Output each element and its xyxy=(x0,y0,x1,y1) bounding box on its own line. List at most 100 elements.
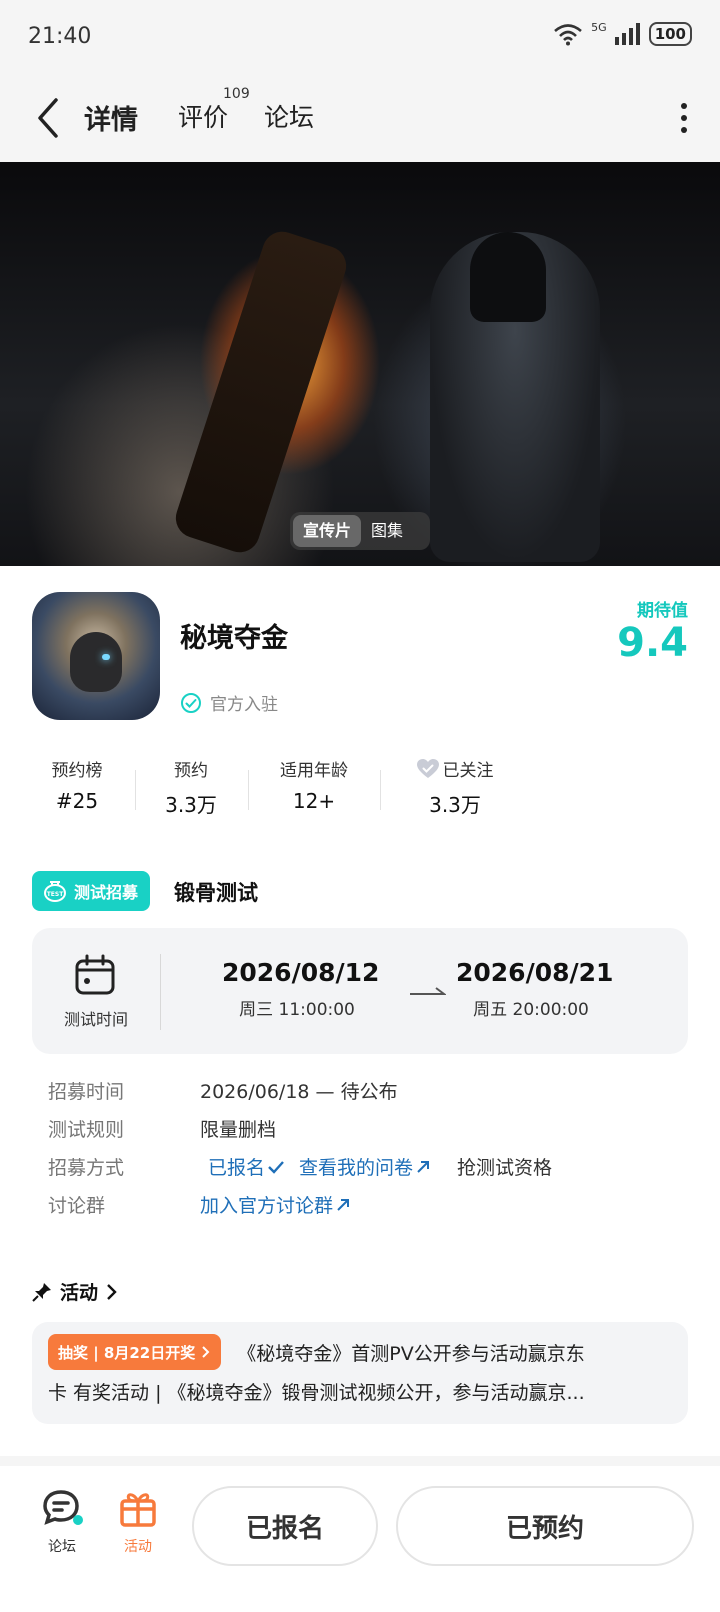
start-date: 2026/08/12 xyxy=(222,958,380,987)
end-date-block: 2026/08/21 周五 20:00:00 xyxy=(456,958,614,1020)
test-icon: TEST xyxy=(44,881,66,902)
stat-follow-label: 已关注 xyxy=(400,756,510,781)
banner-hood xyxy=(470,232,546,322)
app-icon xyxy=(32,592,160,720)
end-time: 周五 20:00:00 xyxy=(473,1000,589,1020)
stat-follow[interactable]: 已关注 3.3万 xyxy=(400,756,510,818)
pin-icon xyxy=(32,1282,51,1302)
follow-label-text: 已关注 xyxy=(442,761,494,781)
tab-trailer[interactable]: 宣传片 xyxy=(293,515,362,547)
arrow-right-icon xyxy=(410,987,446,995)
signed-up-button[interactable]: 已报名 xyxy=(192,1486,378,1566)
chevron-right-icon xyxy=(107,1283,117,1300)
signed-up-text: 已报名 xyxy=(208,1157,266,1179)
info-value: 限量删档 xyxy=(200,1119,277,1141)
review-count-badge: 109 xyxy=(223,86,250,102)
info-key: 招募时间 xyxy=(48,1081,125,1103)
stat-age-value: 12+ xyxy=(292,789,336,813)
official-badge: 官方入驻 xyxy=(180,690,278,715)
app-name: 秘境夺金 xyxy=(180,623,288,654)
activity-title: 活动 xyxy=(60,1282,99,1304)
external-arrow-icon xyxy=(337,1198,350,1211)
bottom-action-bar: 论坛 活动 已报名 已预约 xyxy=(0,1466,720,1612)
gift-icon xyxy=(120,1493,156,1527)
stat-rank[interactable]: 预约榜 #25 xyxy=(32,756,122,813)
recruit-badge-label: 测试招募 xyxy=(74,883,139,902)
verified-check-icon xyxy=(181,692,201,713)
wifi-icon xyxy=(554,24,582,46)
questionnaire-link[interactable]: 查看我的问卷 xyxy=(299,1153,431,1180)
network-label: 5G xyxy=(591,20,607,34)
grab-qualification[interactable]: 抢测试资格 xyxy=(457,1153,552,1180)
forum-label: 论坛 xyxy=(48,1539,76,1555)
lottery-tag: 抽奖 | 8月22日开奖 xyxy=(48,1334,222,1370)
end-date: 2026/08/21 xyxy=(456,958,614,987)
calendar-icon xyxy=(75,954,115,995)
bottom-activity-button[interactable]: 活动 xyxy=(108,1488,168,1556)
stat-rank-value: #25 xyxy=(55,789,99,813)
expectation-score: 期待值 9.4 xyxy=(617,596,688,665)
status-time: 21:40 xyxy=(28,24,92,49)
back-icon[interactable] xyxy=(32,90,68,146)
questionnaire-text: 查看我的问卷 xyxy=(299,1157,414,1179)
info-key: 招募方式 xyxy=(48,1157,125,1179)
tab-review[interactable]: 评价 xyxy=(178,98,228,134)
stat-follow-value: 3.3万 xyxy=(429,793,481,817)
expect-value: 9.4 xyxy=(617,620,688,666)
media-switch: 宣传片 图集 xyxy=(290,512,430,550)
lottery-tag-text: 抽奖 | 8月22日开奖 xyxy=(58,1343,196,1362)
join-group-text: 加入官方讨论群 xyxy=(200,1195,334,1217)
external-arrow-icon xyxy=(417,1160,430,1173)
test-time-card: 测试时间 2026/08/12 周三 11:00:00 2026/08/21 周… xyxy=(32,928,688,1054)
activity-text-2: 卡 有奖活动 | 《秘境夺金》锻骨测试视频公开，参与活动赢京... xyxy=(48,1382,585,1404)
banner-torch xyxy=(170,226,352,558)
info-value: 2026/06/18 — 待公布 xyxy=(200,1081,398,1103)
status-icons: 5G 100 xyxy=(553,20,692,46)
bottom-separator xyxy=(0,1456,720,1466)
activity-label: 活动 xyxy=(124,1539,152,1555)
official-label: 官方入驻 xyxy=(210,695,278,715)
activity-card[interactable]: 抽奖 | 8月22日开奖 《秘境夺金》首测PV公开参与活动赢京东 卡 有奖活动 … xyxy=(32,1322,688,1424)
stat-reserve-value: 3.3万 xyxy=(165,793,217,817)
stat-divider xyxy=(135,770,136,810)
activity-header[interactable]: 活动 xyxy=(32,1278,118,1305)
group-link-wrap: 加入官方讨论群 xyxy=(200,1191,351,1218)
info-key: 测试规则 xyxy=(48,1119,125,1141)
reserved-button[interactable]: 已预约 xyxy=(396,1486,694,1566)
app-icon-eye xyxy=(102,654,110,660)
stat-age: 适用年龄 12+ xyxy=(264,756,364,813)
stat-reserve-label: 预约 xyxy=(174,761,208,781)
chevron-right-icon xyxy=(202,1346,210,1358)
app-icon-hood xyxy=(70,632,122,692)
stats-row: 预约榜 #25 预约 3.3万 适用年龄 12+ 已关注 3.3万 xyxy=(32,756,512,828)
test-name: 锻骨测试 xyxy=(174,881,258,905)
signal-icon xyxy=(614,23,640,45)
stat-divider xyxy=(248,770,249,810)
expect-label: 期待值 xyxy=(637,601,688,621)
tab-detail[interactable]: 详情 xyxy=(82,98,140,137)
card-divider xyxy=(160,954,161,1030)
forum-chat-icon xyxy=(43,1490,83,1525)
stat-age-label: 适用年龄 xyxy=(280,761,348,781)
more-icon[interactable] xyxy=(678,98,690,138)
test-recruit-badge: TEST 测试招募 xyxy=(32,871,151,911)
join-group-link[interactable]: 加入官方讨论群 xyxy=(200,1191,351,1218)
battery-indicator: 100 xyxy=(648,22,692,46)
svg-text:TEST: TEST xyxy=(47,891,65,898)
method-values: 已报名 查看我的问卷 抢测试资格 xyxy=(208,1153,552,1180)
signed-up-status: 已报名 xyxy=(208,1153,285,1180)
tab-gallery[interactable]: 图集 xyxy=(361,515,413,547)
stat-divider xyxy=(380,770,381,810)
promo-video-banner[interactable]: 宣传片 图集 xyxy=(0,162,720,566)
start-time: 周三 11:00:00 xyxy=(239,1000,355,1020)
tab-forum[interactable]: 论坛 xyxy=(264,98,314,134)
status-bar: 21:40 5G 100 xyxy=(0,0,720,76)
bottom-forum-button[interactable]: 论坛 xyxy=(32,1488,92,1556)
top-nav: 详情 评价 109 论坛 xyxy=(0,76,720,162)
stat-rank-label: 预约榜 xyxy=(51,761,103,781)
activity-line-1: 抽奖 | 8月22日开奖 《秘境夺金》首测PV公开参与活动赢京东 xyxy=(48,1334,672,1370)
check-icon xyxy=(268,1160,284,1174)
test-time-label-block: 测试时间 xyxy=(32,928,160,1054)
heart-icon xyxy=(416,758,439,778)
activity-text-1: 《秘境夺金》首测PV公开参与活动赢京东 xyxy=(237,1342,585,1365)
